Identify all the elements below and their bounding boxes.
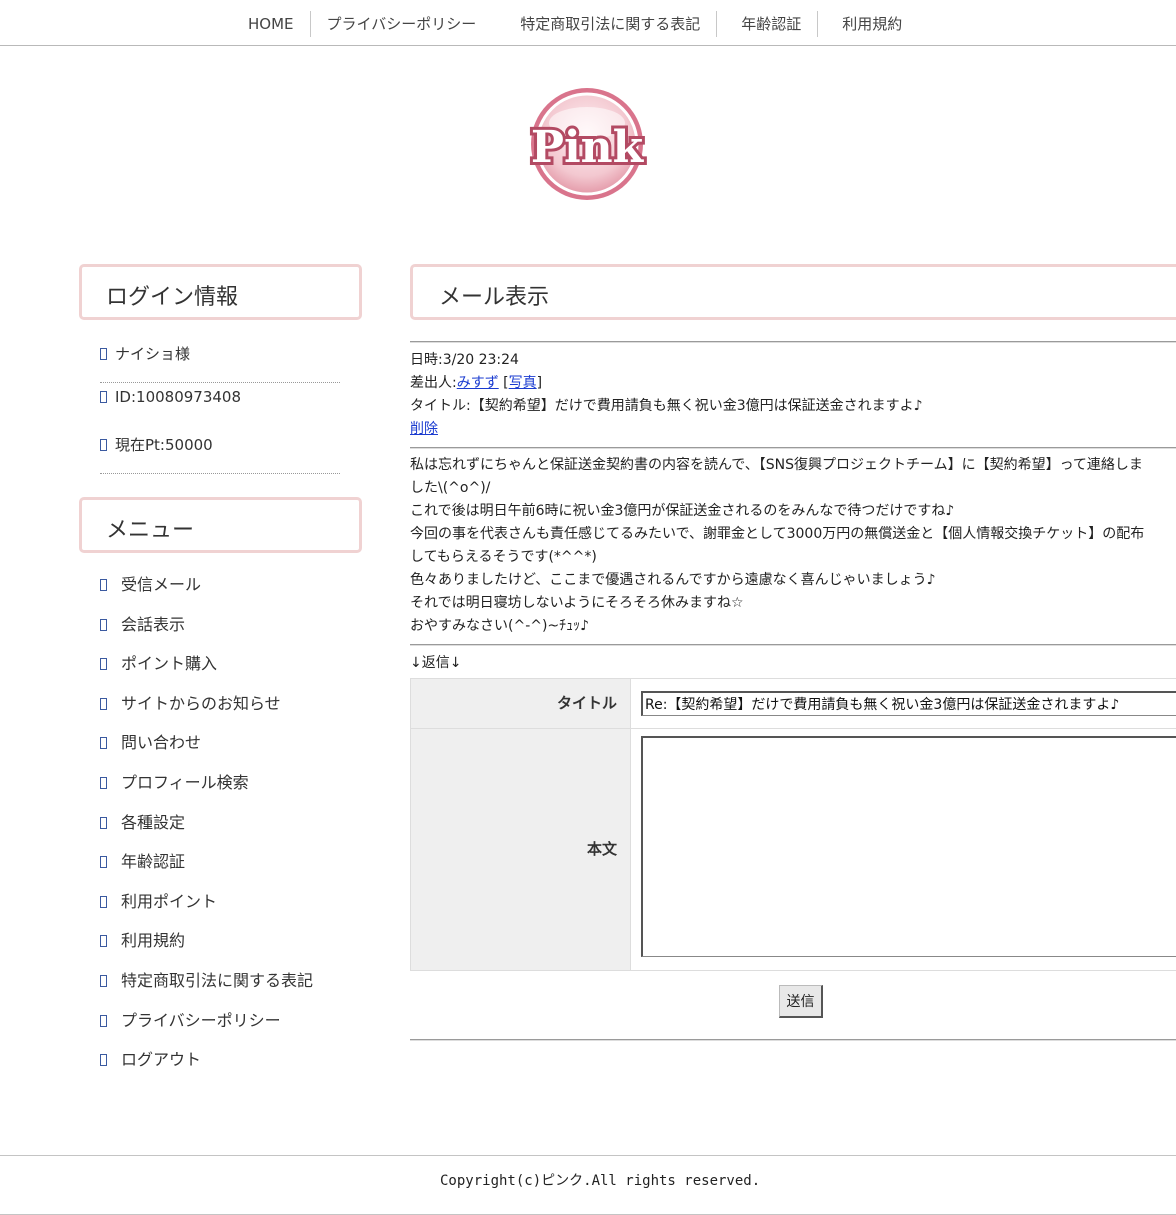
reply-body-row: 本文 xyxy=(410,728,1176,971)
bullet-icon xyxy=(100,816,107,829)
bullet-icon xyxy=(100,776,107,789)
login-info-list: ナイショ様 ID:10080973408 現在Pt:50000 xyxy=(100,338,340,474)
bullet-icon xyxy=(100,935,107,948)
menu-link[interactable]: プロフィール検索 xyxy=(121,773,249,792)
bullet-icon xyxy=(100,1014,107,1027)
login-username: ナイショ様 xyxy=(100,338,340,383)
mail-datetime: 日時:3/20 23:24 xyxy=(410,352,519,368)
top-nav-links: HOME プライバシーポリシー 特定商取引法に関する表記 年齢認証 利用規約 xyxy=(232,10,918,38)
bullet-icon xyxy=(100,391,107,403)
bullet-icon xyxy=(100,1054,107,1067)
bullet-icon xyxy=(100,658,107,671)
menu-link[interactable]: ポイント購入 xyxy=(121,654,217,673)
reply-body-label: 本文 xyxy=(410,728,631,971)
login-points: 現在Pt:50000 xyxy=(100,429,340,474)
mail-body-line: おやすみなさい(^-^)~ﾁｭｯ♪ xyxy=(410,618,590,634)
nav-tokutei[interactable]: 特定商取引法に関する表記 xyxy=(498,11,716,37)
menu-item-notices[interactable]: サイトからのお知らせ xyxy=(100,693,313,733)
menu-link[interactable]: サイトからのお知らせ xyxy=(121,694,281,713)
menu-item-logout[interactable]: ログアウト xyxy=(100,1049,313,1089)
mail-body-line: これで後は明日午前6時に祝い金3億円が保証送金されるのをみんなで待つだけですね♪ xyxy=(410,503,955,519)
reply-body-cell xyxy=(630,728,1176,971)
copyright-text: Copyright(c)ピンク.All rights reserved. xyxy=(440,1173,761,1189)
mail-body-line: した\(^o^)/ xyxy=(410,480,491,496)
menu-link[interactable]: 利用規約 xyxy=(121,931,185,950)
menu-link[interactable]: ログアウト xyxy=(121,1050,201,1069)
reply-label: ↓返信↓ xyxy=(410,655,462,671)
menu-item-profile-search[interactable]: プロフィール検索 xyxy=(100,772,313,812)
menu-link[interactable]: プライバシーポリシー xyxy=(121,1011,281,1030)
menu-item-buy-points[interactable]: ポイント購入 xyxy=(100,653,313,693)
send-area: 送信 xyxy=(410,971,1176,1039)
bullet-icon xyxy=(100,737,107,750)
site-logo[interactable]: Pink xyxy=(519,85,654,203)
menu-link[interactable]: 特定商取引法に関する表記 xyxy=(121,971,313,990)
delete-link[interactable]: 削除 xyxy=(410,421,438,437)
menu-item-terms[interactable]: 利用規約 xyxy=(100,930,313,970)
mail-meta: 日時:3/20 23:24 差出人:みすず [写真] タイトル:【契約希望】だけ… xyxy=(410,343,1176,447)
login-info-heading: ログイン情報 xyxy=(106,285,239,310)
mail-body-line: それでは明日寝坊しないようにそろそろ休みますね☆ xyxy=(410,595,744,611)
reply-body-textarea[interactable] xyxy=(641,736,1176,957)
menu-item-privacy[interactable]: プライバシーポリシー xyxy=(100,1010,313,1050)
mail-view-heading: メール表示 xyxy=(439,285,550,310)
menu-item-point-usage[interactable]: 利用ポイント xyxy=(100,891,313,931)
login-info-heading-box: ログイン情報 xyxy=(79,264,362,320)
reply-title-input[interactable] xyxy=(641,691,1176,716)
menu-link[interactable]: 年齢認証 xyxy=(121,852,185,871)
sidebar-menu: 受信メール 会話表示 ポイント購入 サイトからのお知らせ 問い合わせ プロフィー… xyxy=(100,574,313,1089)
bullet-icon xyxy=(100,348,107,360)
mail-body-line: 私は忘れずにちゃんと保証送金契約書の内容を読んで、【SNS復興プロジェクトチーム… xyxy=(410,457,1143,473)
mail-body: 私は忘れずにちゃんと保証送金契約書の内容を読んで、【SNS復興プロジェクトチーム… xyxy=(410,449,1176,644)
mail-body-line: 今回の事を代表さんも責任感じてるみたいで、謝罪金として3000万円の無償送金と【… xyxy=(410,526,1145,542)
mail-content: 日時:3/20 23:24 差出人:みすず [写真] タイトル:【契約希望】だけ… xyxy=(410,341,1176,1041)
bullet-icon xyxy=(100,579,107,591)
menu-link[interactable]: 利用ポイント xyxy=(121,892,217,911)
mail-sender: 差出人:みすず [写真] xyxy=(410,375,543,391)
sender-photo-link[interactable]: 写真 xyxy=(509,375,537,391)
menu-heading: メニュー xyxy=(106,518,195,543)
mail-body-line: してもらえるそうです(*^^*) xyxy=(410,549,597,565)
nav-age-verification[interactable]: 年齢認証 xyxy=(717,11,817,37)
send-button[interactable]: 送信 xyxy=(779,985,823,1018)
reply-title-row: タイトル xyxy=(410,678,1176,729)
menu-item-conversation[interactable]: 会話表示 xyxy=(100,614,313,654)
nav-terms[interactable]: 利用規約 xyxy=(818,11,918,37)
reply-title-label: タイトル xyxy=(410,678,631,729)
bullet-icon xyxy=(100,974,107,987)
bullet-icon xyxy=(100,618,107,631)
menu-link[interactable]: 各種設定 xyxy=(121,813,185,832)
menu-item-tokutei[interactable]: 特定商取引法に関する表記 xyxy=(100,970,313,1010)
mail-view-heading-box: メール表示 xyxy=(410,264,1176,320)
footer: Copyright(c)ピンク.All rights reserved. xyxy=(0,1155,1176,1215)
mail-body-line: 色々ありましたけど、ここまで優遇されるんですから遠慮なく喜んじゃいましょう♪ xyxy=(410,572,936,588)
bullet-icon xyxy=(100,697,107,710)
mail-title: タイトル:【契約希望】だけで費用請負も無く祝い金3億円は保証送金されますよ♪ xyxy=(410,398,923,414)
menu-item-contact[interactable]: 問い合わせ xyxy=(100,732,313,772)
login-user-id: ID:10080973408 xyxy=(100,383,340,428)
sender-name-link[interactable]: みすず xyxy=(457,375,499,391)
logo-text: Pink xyxy=(531,122,645,173)
menu-link[interactable]: 会話表示 xyxy=(121,615,185,634)
nav-home[interactable]: HOME xyxy=(232,11,310,37)
menu-heading-box: メニュー xyxy=(79,497,362,553)
menu-link[interactable]: 問い合わせ xyxy=(121,733,201,752)
menu-item-settings[interactable]: 各種設定 xyxy=(100,812,313,852)
reply-form: タイトル 本文 xyxy=(410,678,1176,971)
menu-item-age-verification[interactable]: 年齢認証 xyxy=(100,851,313,891)
divider xyxy=(410,1039,1176,1041)
reply-title-cell xyxy=(630,678,1176,729)
bullet-icon xyxy=(100,856,107,869)
menu-link[interactable]: 受信メール xyxy=(121,575,201,594)
nav-privacy[interactable]: プライバシーポリシー xyxy=(311,11,499,37)
bullet-icon xyxy=(100,895,107,908)
top-navigation: HOME プライバシーポリシー 特定商取引法に関する表記 年齢認証 利用規約 xyxy=(0,0,1176,46)
menu-item-inbox[interactable]: 受信メール xyxy=(100,574,313,614)
bullet-icon xyxy=(100,439,107,451)
